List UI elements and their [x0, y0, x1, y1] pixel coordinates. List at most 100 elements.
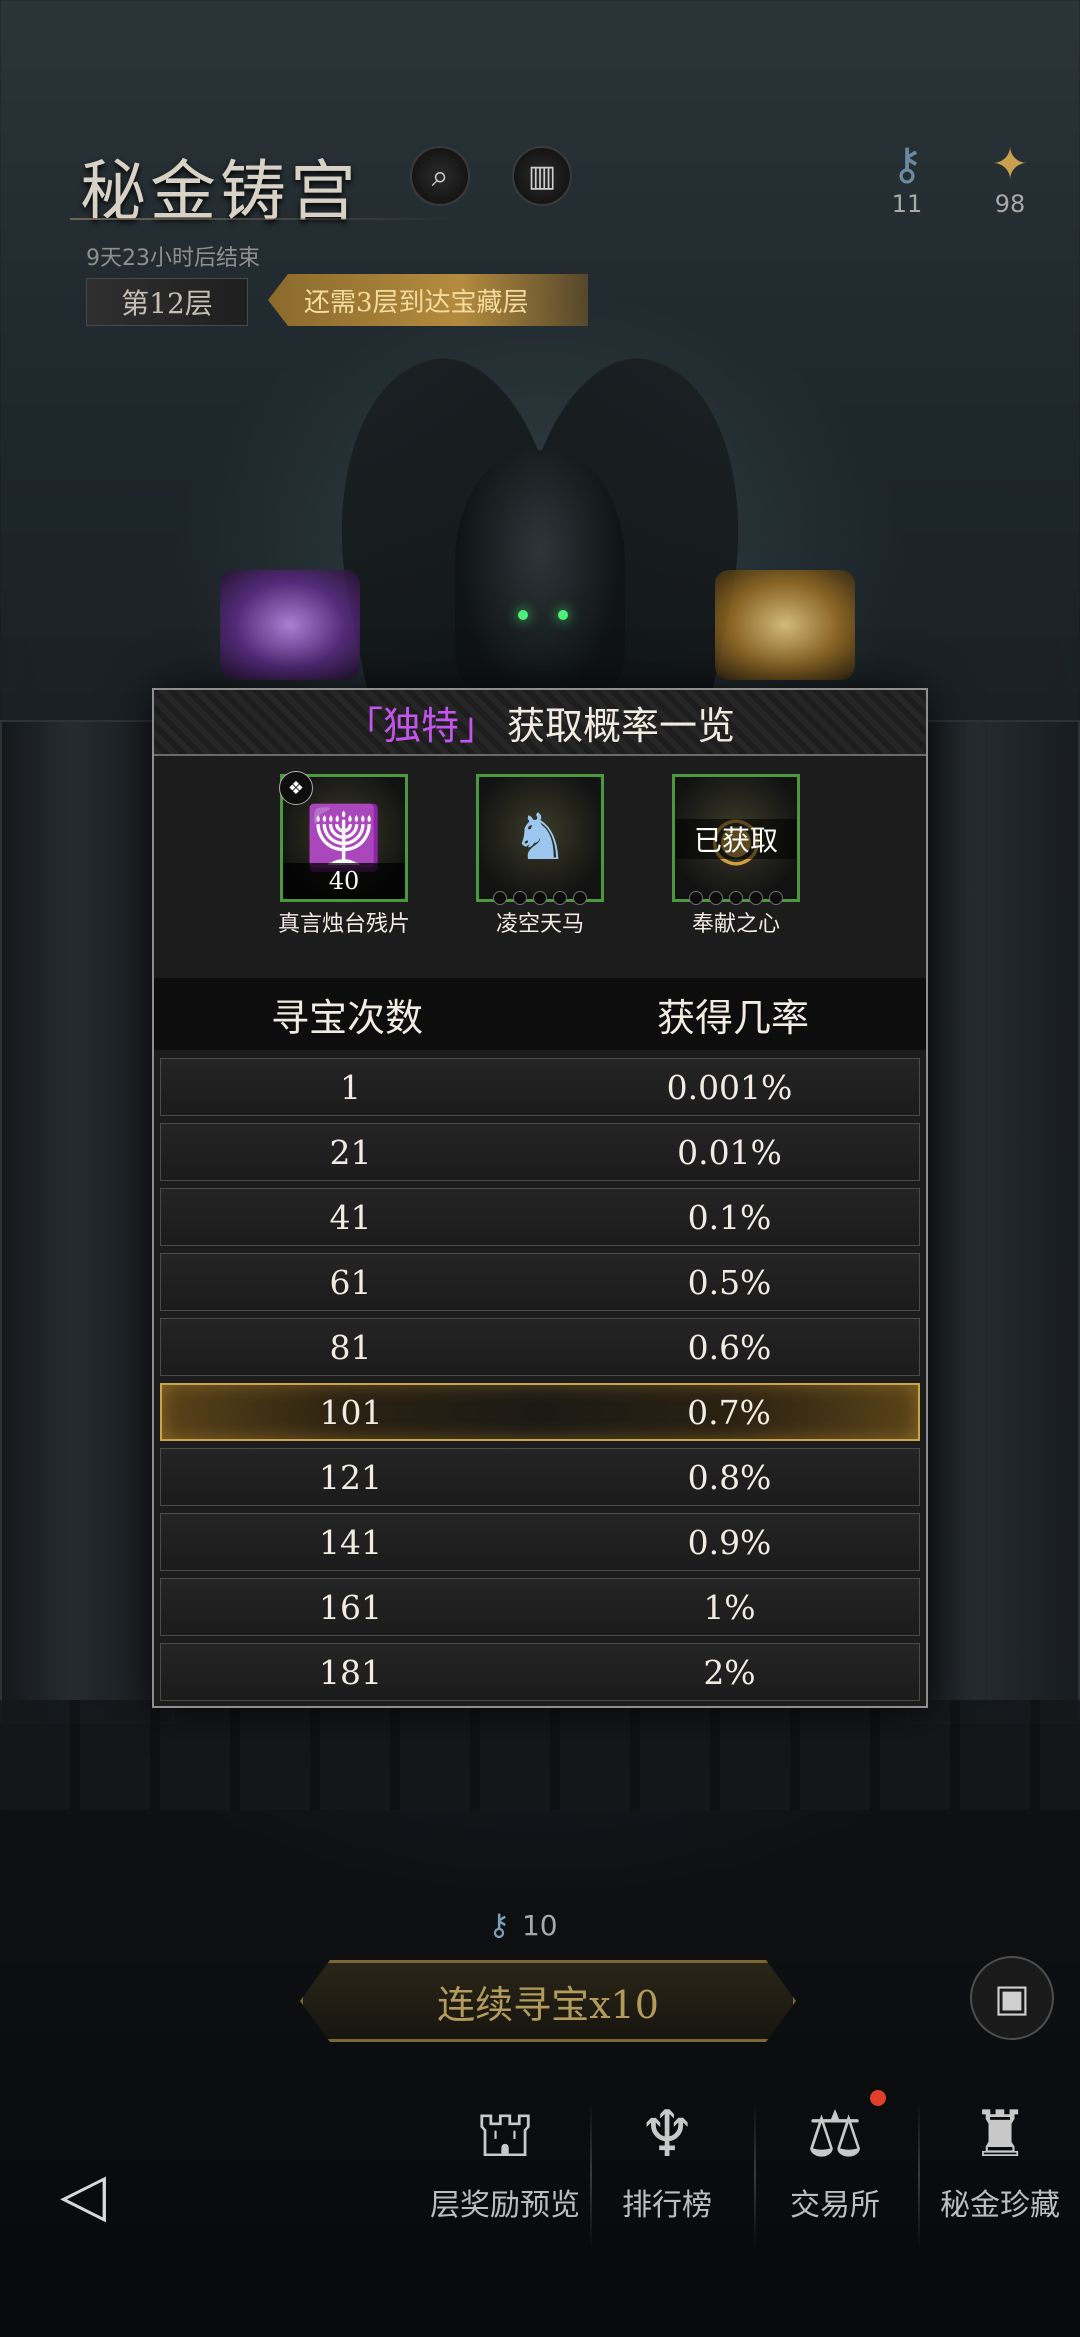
row-count: 181: [319, 1652, 382, 1692]
reward-item[interactable]: 🕎 ❖ 40 真言烛台残片: [278, 771, 411, 938]
reward-quantity: 40: [283, 863, 405, 899]
row-rate: 0.8%: [687, 1457, 772, 1497]
castle-spire: [1040, 640, 1076, 720]
reward-card: 🕎 ❖ 40: [279, 771, 408, 902]
row-count: 101: [319, 1392, 383, 1432]
floor-badge: 第12层: [86, 278, 248, 326]
nav-item-floor-rewards[interactable]: ⛫ 层奖励预览: [430, 2090, 580, 2224]
row-rate: 1%: [703, 1587, 756, 1627]
row-count: 21: [329, 1132, 372, 1172]
back-arrow-icon[interactable]: ◁: [60, 2160, 106, 2230]
nav-divider: [918, 2100, 920, 2250]
reward-item[interactable]: ◉ 已获取 奉献之心: [670, 774, 802, 938]
row-rate: 0.001%: [666, 1067, 793, 1107]
row-count: 81: [329, 1327, 372, 1367]
nav-item-label: 排行榜: [622, 2188, 712, 2223]
castle-wall-left: [0, 720, 174, 1724]
probability-modal: 「独特」获取概率一览 🕎 ❖ 40 真言烛台残片 ♞ 凌空天马 ◉ 已获取 奉献…: [152, 688, 928, 1708]
key-icon: ⚷: [890, 139, 924, 190]
modal-title: 「独特」获取概率一览: [154, 690, 926, 756]
reward-item[interactable]: ♞ 凌空天马: [474, 774, 606, 938]
column-header-rate: 获得几率: [656, 995, 809, 1040]
nav-item-collection[interactable]: ♜ 秘金珍藏: [925, 2090, 1075, 2224]
row-count: 41: [329, 1197, 372, 1237]
currency-key-count: 11: [891, 190, 923, 218]
chest-icon: ⛫: [475, 2098, 535, 2172]
title-bracket-close: 」: [459, 703, 498, 748]
table-row-current: 101 0.7%: [160, 1383, 920, 1441]
title-bracket-open: 「: [344, 703, 383, 748]
fragment-badge-icon: ❖: [279, 771, 313, 805]
goal-banner: 还需3层到达宝藏层: [268, 274, 588, 326]
table-header: 寻宝次数 获得几率: [154, 978, 926, 1050]
book-icon: ▥: [527, 158, 557, 194]
currency-compass[interactable]: ✦ 98: [975, 139, 1045, 219]
table-row: 41 0.1%: [160, 1188, 920, 1246]
gargoyle-statue: [455, 450, 625, 700]
row-count: 61: [329, 1262, 372, 1302]
reward-card: ◉ 已获取: [672, 774, 800, 905]
table-row: 161 1%: [160, 1578, 920, 1636]
reward-list: 🕎 ❖ 40 真言烛台残片 ♞ 凌空天马 ◉ 已获取 奉献之心: [154, 754, 926, 972]
currency-key[interactable]: ⚷ 11: [872, 139, 942, 219]
table-row: 1 0.001%: [160, 1058, 920, 1116]
probability-table: 1 0.001% 21 0.01% 41 0.1% 61 0.5% 81 0.6% 101…: [160, 1058, 920, 1708]
row-rate: 0.01%: [677, 1132, 782, 1172]
magnifier-icon: ⌕: [431, 158, 449, 194]
table-row: 81 0.6%: [160, 1318, 920, 1376]
key-balance: ⚷ 10: [488, 1908, 558, 1943]
key-icon: ⚷: [488, 1908, 510, 1943]
table-row: 21 0.01%: [160, 1123, 920, 1181]
notification-dot: [870, 2090, 886, 2106]
event-countdown: 9天23小时后结束: [86, 246, 260, 271]
guide-button[interactable]: ▥: [512, 146, 572, 206]
star-dots: [675, 891, 797, 905]
castle-spire: [8, 640, 44, 720]
compass-star-icon: ✦: [991, 139, 1029, 190]
rarity-label: 独特: [382, 703, 459, 748]
nav-item-exchange[interactable]: ⚖ 交易所: [760, 2090, 910, 2224]
table-row: 121 0.8%: [160, 1448, 920, 1506]
reward-name: 奉献之心: [691, 912, 780, 937]
gargoyle-eye: [558, 610, 568, 620]
trophy-icon: ♆: [638, 2098, 696, 2172]
reward-name: 凌空天马: [495, 912, 584, 937]
row-rate: 0.6%: [687, 1327, 772, 1367]
exchange-icon: ⚖: [806, 2098, 864, 2172]
nav-item-label: 交易所: [790, 2188, 880, 2223]
search-button[interactable]: ⌕: [410, 146, 470, 206]
gold-treasure-chest: [715, 570, 855, 680]
obtained-label: 已获取: [675, 819, 797, 859]
gargoyle-eye: [518, 610, 528, 620]
continuous-hunt-button[interactable]: 连续寻宝x10: [300, 1960, 796, 2042]
castle-wall-right: [906, 720, 1080, 1724]
storage-button[interactable]: ▣: [970, 1956, 1054, 2040]
table-row: 61 0.5%: [160, 1253, 920, 1311]
bottom-nav: ◁ ⛫ 层奖励预览 ♆ 排行榜 ⚖ 交易所 ♜ 秘金珍藏: [0, 2080, 1080, 2280]
title-divider: [70, 218, 460, 220]
row-rate: 2%: [703, 1652, 756, 1692]
row-count: 121: [319, 1457, 382, 1497]
row-rate: 0.7%: [687, 1392, 771, 1432]
table-row: 141 0.9%: [160, 1513, 920, 1571]
nav-item-label: 层奖励预览: [430, 2188, 580, 2223]
reward-card: ♞: [476, 774, 604, 905]
nav-item-label: 秘金珍藏: [940, 2188, 1060, 2223]
row-count: 1: [340, 1067, 361, 1107]
star-dots: [479, 891, 601, 905]
nav-divider: [754, 2100, 756, 2250]
purple-treasure-chest: [220, 570, 360, 680]
row-rate: 0.9%: [687, 1522, 772, 1562]
statue-icon: ♜: [971, 2098, 1029, 2172]
currency-compass-count: 98: [994, 190, 1026, 218]
modal-title-text: 获取概率一览: [507, 703, 736, 748]
nav-item-leaderboard[interactable]: ♆ 排行榜: [592, 2090, 742, 2224]
chest-icon: ▣: [994, 1976, 1030, 2020]
row-rate: 0.1%: [687, 1197, 772, 1237]
key-balance-count: 10: [521, 1909, 558, 1942]
column-header-count: 寻宝次数: [270, 995, 423, 1040]
row-count: 161: [319, 1587, 382, 1627]
reward-name: 真言烛台残片: [278, 912, 411, 937]
pegasus-icon: ♞: [511, 801, 569, 875]
row-count: 141: [319, 1522, 382, 1562]
